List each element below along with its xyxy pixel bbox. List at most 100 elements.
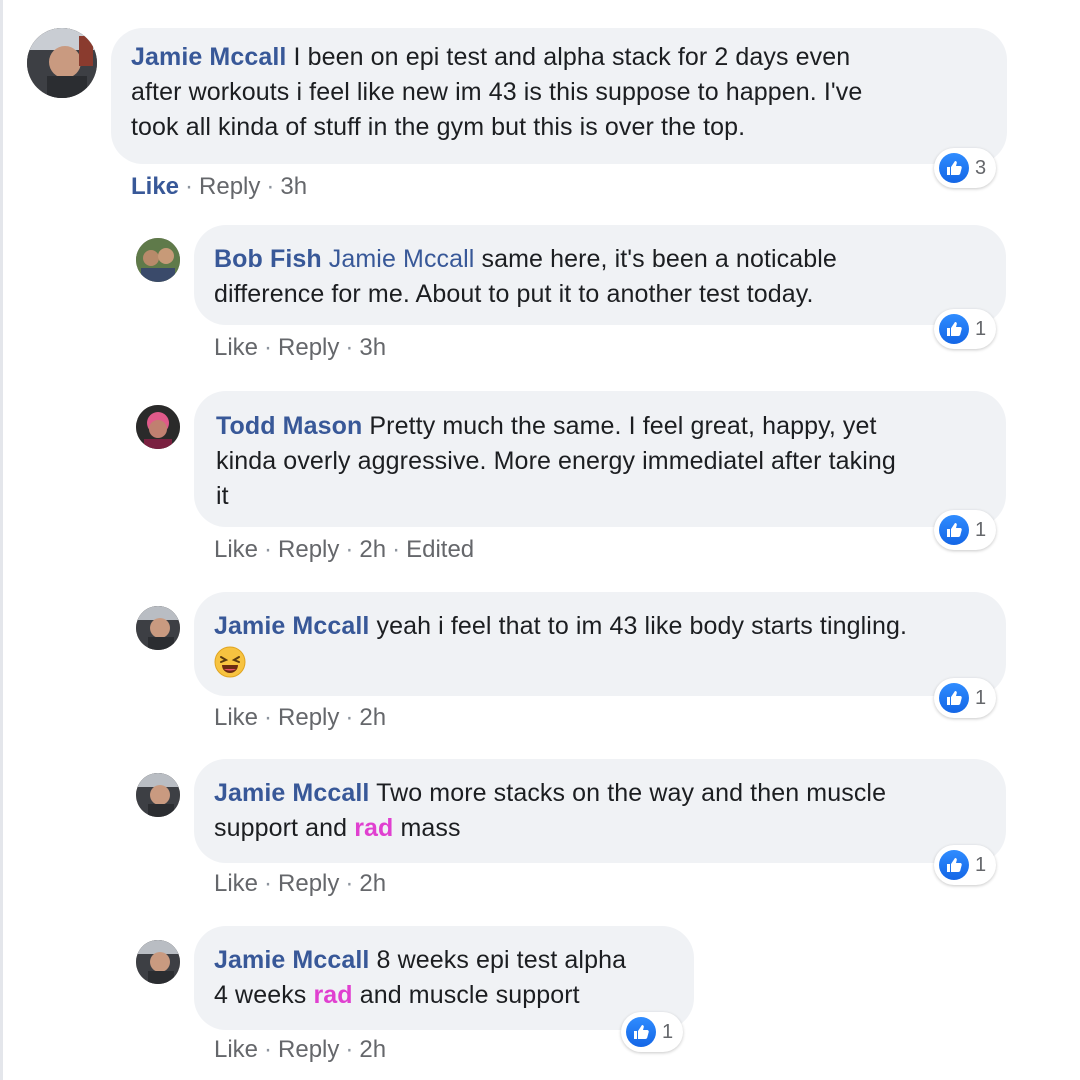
reply-bubble: Todd Mason Pretty much the same. I feel …	[194, 391, 1006, 527]
separator-dot: ·	[345, 704, 354, 731]
avatar-jamie-mccall[interactable]	[27, 28, 97, 98]
reply-author[interactable]: Jamie Mccall	[214, 946, 369, 974]
like-thumb-icon	[626, 1017, 656, 1047]
timestamp[interactable]: 2h	[359, 704, 386, 731]
separator-dot: ·	[345, 870, 354, 897]
reaction-count: 1	[975, 518, 987, 541]
reaction-summary[interactable]: 1	[934, 678, 997, 718]
like-button[interactable]: Like	[131, 173, 179, 200]
reply-actions: Like · Reply · 2h	[214, 1036, 386, 1064]
reply-text-line3: it	[216, 482, 229, 510]
separator-dot: ·	[264, 536, 273, 563]
reaction-count: 1	[975, 317, 987, 340]
edited-label[interactable]: Edited	[406, 536, 474, 563]
reply-text-line1: Two more stacks on the way and then musc…	[376, 779, 887, 807]
reaction-summary[interactable]: 1	[621, 1012, 684, 1052]
reply-text-line2-end: mass	[400, 814, 461, 842]
like-thumb-icon	[939, 153, 969, 183]
avatar-jamie-mccall[interactable]	[136, 940, 180, 984]
reply-text-line2-start: support and	[214, 814, 348, 842]
timestamp[interactable]: 2h	[359, 870, 386, 897]
reply-text-line2-start: 4 weeks	[214, 981, 307, 1009]
reply-button[interactable]: Reply	[278, 870, 339, 897]
separator-dot: ·	[266, 173, 275, 200]
comment-text-line1: I been on epi test and alpha stack for 2…	[293, 43, 851, 71]
comment-author[interactable]: Jamie Mccall	[131, 43, 286, 71]
comment-text-line3: took all kinda of stuff in the gym but t…	[131, 113, 746, 141]
reaction-count: 1	[975, 853, 987, 876]
reaction-summary[interactable]: 3	[934, 148, 997, 188]
reaction-count: 1	[975, 686, 987, 709]
like-thumb-icon	[939, 683, 969, 713]
comment-text-line2: after workouts i feel like new im 43 is …	[131, 78, 863, 106]
reaction-summary[interactable]: 1	[934, 845, 997, 885]
avatar-image	[136, 773, 180, 817]
avatar-jamie-mccall[interactable]	[136, 773, 180, 817]
laughing-emoji-icon	[214, 646, 246, 678]
reply-actions: Like · Reply · 2h	[214, 870, 386, 898]
avatar-image	[136, 606, 180, 650]
like-thumb-icon	[939, 850, 969, 880]
separator-dot: ·	[345, 1036, 354, 1063]
avatar-image	[136, 940, 180, 984]
separator-dot: ·	[185, 173, 194, 200]
comment-bubble: Jamie Mccall I been on epi test and alph…	[111, 28, 1007, 164]
reply-bubble: Jamie Mccall 8 weeks epi test alpha 4 we…	[194, 926, 694, 1030]
reply-text-line1: same here, it's been a noticable	[481, 245, 837, 273]
avatar-jamie-mccall[interactable]	[136, 606, 180, 650]
separator-dot: ·	[392, 536, 401, 563]
like-button[interactable]: Like	[214, 704, 258, 731]
reply-button[interactable]: Reply	[278, 536, 339, 563]
separator-dot: ·	[264, 334, 273, 361]
timestamp[interactable]: 3h	[280, 173, 307, 200]
reply-button[interactable]: Reply	[278, 1036, 339, 1063]
reaction-count: 1	[662, 1020, 674, 1043]
like-button[interactable]: Like	[214, 870, 258, 897]
reply-author[interactable]: Todd Mason	[216, 412, 362, 440]
like-thumb-icon	[939, 314, 969, 344]
reply-text-line1: 8 weeks epi test alpha	[376, 946, 627, 974]
reply-text-line1: yeah i feel that to im 43 like body star…	[376, 612, 907, 640]
reply-actions: Like · Reply · 2h · Edited	[214, 536, 474, 564]
left-border	[0, 0, 3, 1080]
reaction-summary[interactable]: 1	[934, 510, 997, 550]
avatar-image	[136, 238, 180, 282]
comment-actions: Like · Reply · 3h	[131, 173, 307, 201]
reply-bubble: Bob Fish Jamie Mccall same here, it's be…	[194, 225, 1006, 325]
like-thumb-icon	[939, 515, 969, 545]
reply-actions: Like · Reply · 3h	[214, 334, 386, 362]
reply-author[interactable]: Bob Fish	[214, 245, 322, 273]
timestamp[interactable]: 2h	[359, 536, 386, 563]
like-button[interactable]: Like	[214, 1036, 258, 1063]
reply-text-line2: difference for me. About to put it to an…	[214, 280, 814, 308]
avatar-image	[136, 405, 180, 449]
separator-dot: ·	[264, 704, 273, 731]
reply-button[interactable]: Reply	[278, 334, 339, 361]
reply-button[interactable]: Reply	[199, 173, 260, 200]
avatar-image	[27, 28, 97, 98]
reaction-summary[interactable]: 1	[934, 309, 997, 349]
reply-bubble: Jamie Mccall Two more stacks on the way …	[194, 759, 1006, 863]
reaction-count: 3	[975, 156, 987, 179]
like-button[interactable]: Like	[214, 536, 258, 563]
reply-author[interactable]: Jamie Mccall	[214, 612, 369, 640]
avatar-bob-fish[interactable]	[136, 238, 180, 282]
avatar-todd-mason[interactable]	[136, 405, 180, 449]
product-tag-link[interactable]: rad	[354, 814, 393, 842]
like-button[interactable]: Like	[214, 334, 258, 361]
separator-dot: ·	[345, 536, 354, 563]
timestamp[interactable]: 2h	[359, 1036, 386, 1063]
reply-actions: Like · Reply · 2h	[214, 704, 386, 732]
timestamp[interactable]: 3h	[359, 334, 386, 361]
mention-link[interactable]: Jamie Mccall	[329, 245, 475, 273]
separator-dot: ·	[264, 870, 273, 897]
reply-bubble: Jamie Mccall yeah i feel that to im 43 l…	[194, 592, 1006, 696]
reply-text-line2-end: and muscle support	[359, 981, 580, 1009]
separator-dot: ·	[345, 334, 354, 361]
reply-text-line1: Pretty much the same. I feel great, happ…	[369, 412, 877, 440]
reply-text-line2: kinda overly aggressive. More energy imm…	[216, 447, 896, 475]
reply-button[interactable]: Reply	[278, 704, 339, 731]
separator-dot: ·	[264, 1036, 273, 1063]
reply-author[interactable]: Jamie Mccall	[214, 779, 369, 807]
product-tag-link[interactable]: rad	[313, 981, 352, 1009]
